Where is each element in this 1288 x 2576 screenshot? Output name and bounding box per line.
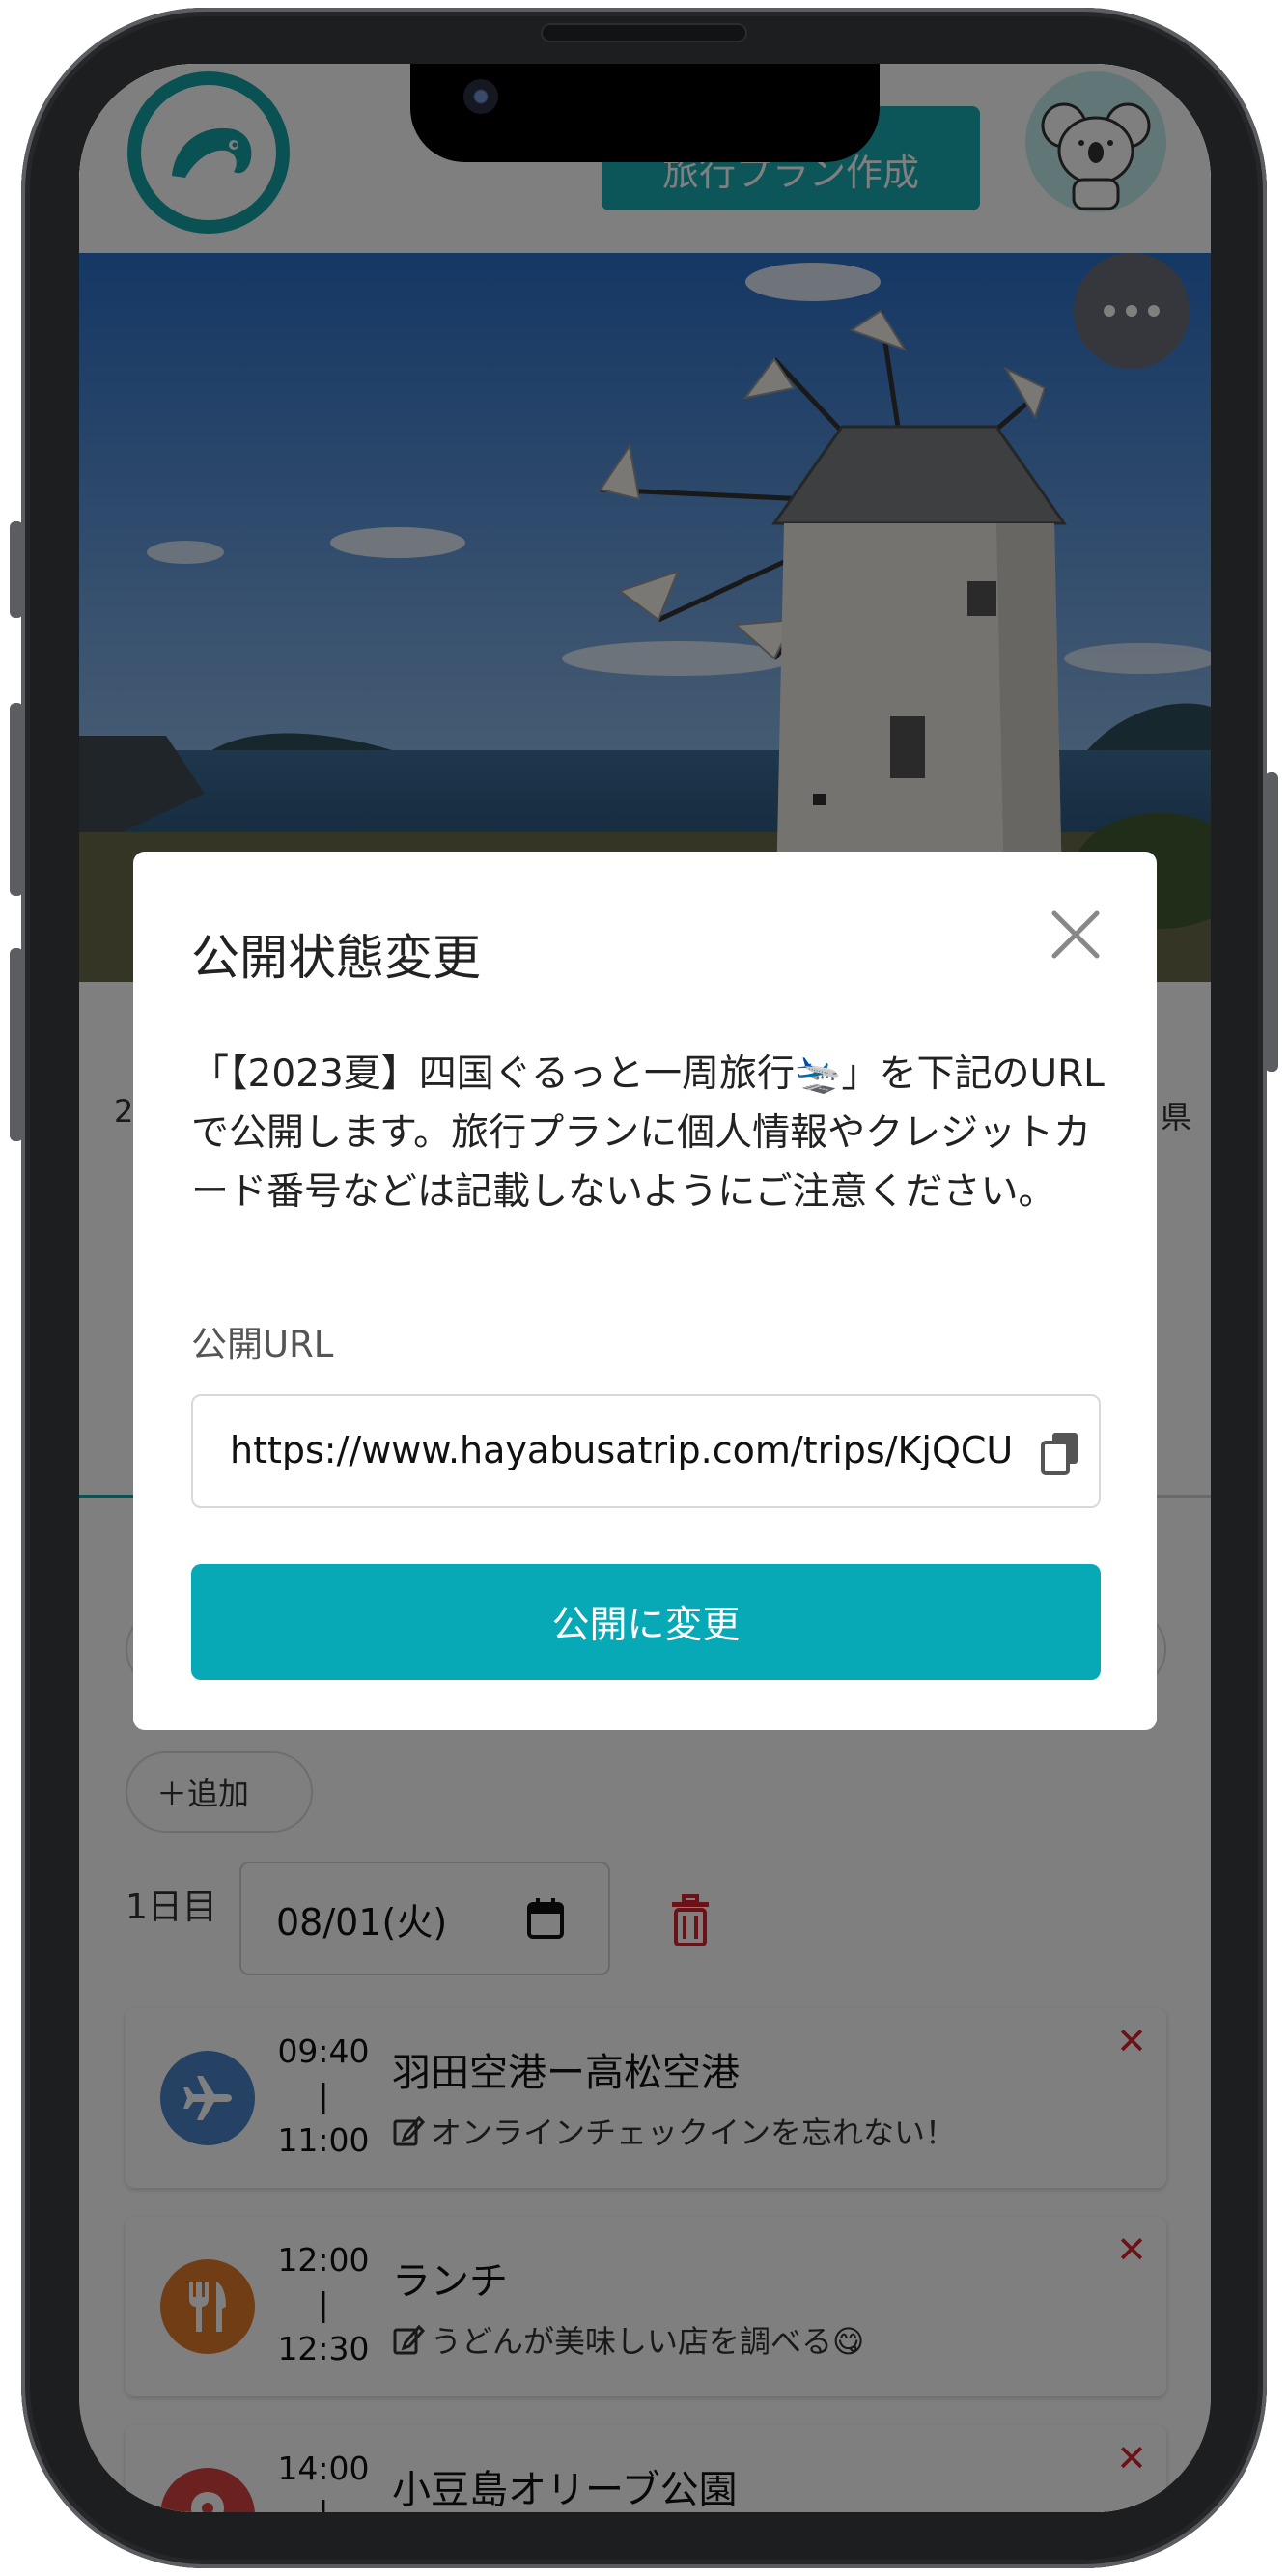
notch [410, 64, 880, 162]
public-url-field[interactable]: https://www.hayabusatrip.com/trips/KjQCU [191, 1394, 1101, 1508]
close-icon[interactable] [1047, 906, 1105, 964]
copy-icon[interactable] [1039, 1431, 1081, 1475]
phone-screen: 旅行プラン作成 [79, 64, 1211, 2512]
front-camera-icon [463, 79, 498, 114]
earpiece-speaker [541, 23, 747, 42]
side-button-power [1265, 772, 1278, 1072]
publish-status-modal: 公開状態変更 「【2023夏】四国ぐるっと一周旅行🛬」を下記のURLで公開します… [133, 852, 1157, 1730]
modal-title: 公開状態変更 [191, 930, 481, 986]
side-button-volume-down [10, 948, 23, 1141]
side-button-volume-up [10, 703, 23, 896]
modal-message: 「【2023夏】四国ぐるっと一周旅行🛬」を下記のURLで公開します。旅行プランに… [191, 1052, 1105, 1214]
side-button-silent [10, 521, 23, 618]
public-url-value[interactable]: https://www.hayabusatrip.com/trips/KjQCU [230, 1429, 1010, 1471]
public-url-label: 公開URL [191, 1324, 334, 1365]
publish-button[interactable]: 公開に変更 [191, 1564, 1101, 1680]
